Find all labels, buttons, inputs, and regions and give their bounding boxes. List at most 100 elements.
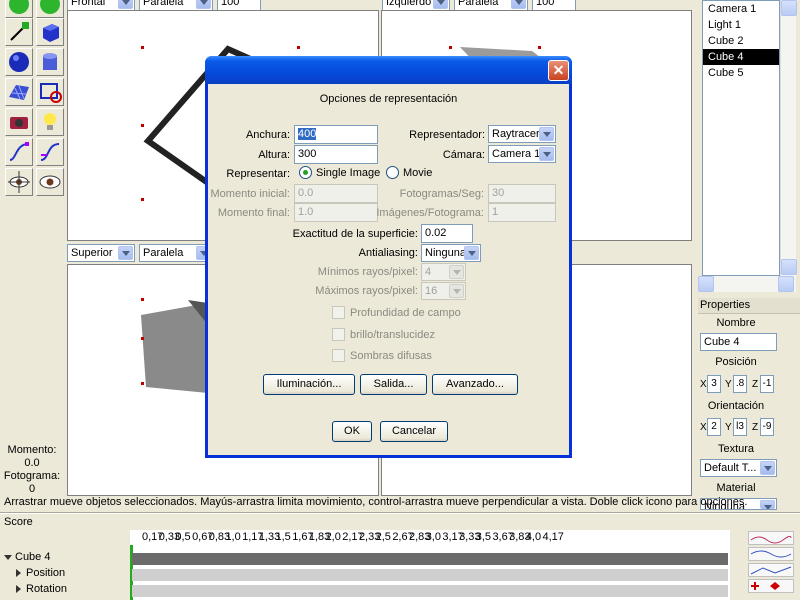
move-tool-icon[interactable]: [5, 18, 33, 46]
handle-dot: [141, 337, 144, 340]
view-rotate-tool-icon[interactable]: [5, 168, 33, 196]
status-hint: Arrastrar mueve objetos seleccionados. M…: [4, 496, 748, 508]
track-bar-rotation[interactable]: [132, 585, 728, 597]
tick-label: 2,67: [392, 531, 414, 543]
position-y-label: Y: [725, 379, 732, 390]
width-field[interactable]: 400: [294, 125, 378, 144]
keyframe-mode-icon[interactable]: [748, 531, 794, 545]
orientation-x-field[interactable]: 2: [707, 418, 721, 436]
tick-label: 0,33: [158, 531, 181, 543]
ok-button[interactable]: OK: [332, 421, 372, 442]
light-tool-icon[interactable]: [36, 108, 64, 136]
view-eye-tool-icon[interactable]: [36, 168, 64, 196]
green-sphere-tool-right[interactable]: [36, 0, 64, 18]
images-per-frame-field[interactable]: 1: [488, 203, 556, 222]
list-item[interactable]: Cube 5: [703, 65, 779, 81]
start-time-field[interactable]: 0.0: [294, 184, 378, 203]
chevron-down-icon: [539, 147, 554, 161]
surface-accuracy-field[interactable]: 0.02: [421, 224, 473, 243]
track-rotation-label[interactable]: Rotation: [4, 583, 67, 595]
cylinder-tool-icon[interactable]: [36, 48, 64, 76]
scene-list-hscrollbar[interactable]: [698, 276, 796, 292]
scene-object-list[interactable]: Camera 1 Light 1 Cube 2 Cube 4 Cube 5: [702, 0, 780, 276]
movie-radio[interactable]: Movie: [386, 166, 432, 179]
fps-field[interactable]: 30: [488, 184, 556, 203]
expand-right-icon[interactable]: [16, 569, 21, 578]
add-key-icon[interactable]: [748, 579, 794, 593]
spline-tool-icon[interactable]: [36, 138, 64, 166]
chevron-down-icon: [760, 461, 775, 475]
camera-select[interactable]: Camera 1: [488, 145, 556, 163]
sphere-tool-icon[interactable]: [5, 48, 33, 76]
chevron-down-icon: [196, 0, 211, 9]
position-x-field[interactable]: 3: [707, 375, 721, 393]
antialiasing-label: Antialiasing:: [358, 247, 418, 259]
list-item[interactable]: Camera 1: [703, 1, 779, 17]
score-label: Score: [4, 516, 33, 528]
track-position-label[interactable]: Position: [4, 567, 65, 579]
view-direction-select[interactable]: Superior: [67, 244, 135, 262]
renderer-select[interactable]: Raytracer: [488, 125, 556, 143]
mesh-tool-icon[interactable]: [5, 78, 33, 106]
max-rays-select[interactable]: 16: [421, 282, 466, 300]
end-time-field[interactable]: 1.0: [294, 203, 378, 222]
list-item[interactable]: Light 1: [703, 17, 779, 33]
cancel-button[interactable]: Cancelar: [380, 421, 448, 442]
tick-label: 2,33: [358, 531, 381, 543]
chevron-down-icon: [433, 0, 448, 9]
texture-select[interactable]: Default T...: [700, 459, 777, 477]
scroll-left-button[interactable]: [698, 276, 714, 292]
renderer-label: Representador:: [409, 129, 485, 141]
camera-tool-icon[interactable]: [5, 108, 33, 136]
radio-label: Single Image: [316, 166, 381, 179]
lighting-button[interactable]: Iluminación...: [263, 374, 355, 395]
position-y-field[interactable]: .8: [733, 375, 747, 393]
position-z-field[interactable]: -1: [760, 375, 774, 393]
scroll-up-button[interactable]: [781, 0, 797, 16]
cube-tool-icon[interactable]: [36, 18, 64, 46]
antialiasing-select[interactable]: Ninguna: [421, 244, 481, 262]
list-item-selected[interactable]: Cube 4: [703, 49, 779, 65]
scroll-right-button[interactable]: [778, 276, 794, 292]
scene-list-scrollbar[interactable]: [780, 0, 797, 276]
dialog-titlebar[interactable]: ✕: [205, 56, 572, 84]
curve-tool-icon[interactable]: [5, 138, 33, 166]
advanced-button[interactable]: Avanzado...: [432, 374, 518, 395]
min-rays-select[interactable]: 4: [421, 263, 466, 281]
orientation-z-field[interactable]: -9: [760, 418, 774, 436]
track-cube-label[interactable]: Cube 4: [4, 551, 50, 563]
track-bar-position[interactable]: [132, 569, 728, 581]
list-item[interactable]: Cube 2: [703, 33, 779, 49]
surface-accuracy-label: Exactitud de la superficie:: [292, 228, 418, 240]
name-field[interactable]: Cube 4: [700, 333, 777, 351]
expand-right-icon[interactable]: [16, 585, 21, 594]
viewport-bl-bar: Superior Paralela: [67, 243, 213, 263]
texture-label: Textura: [717, 443, 755, 455]
name-label: Nombre: [716, 317, 756, 329]
soft-shadows-checkbox[interactable]: Sombras difusas: [332, 349, 432, 362]
tick-label: 2,0: [325, 531, 341, 543]
green-sphere-tool-left[interactable]: [5, 0, 33, 18]
linear-mode-icon[interactable]: [748, 563, 794, 577]
height-label: Altura:: [258, 149, 290, 161]
images-per-frame-label: Imágenes/Fotograma:: [376, 207, 484, 219]
scroll-down-button[interactable]: [781, 259, 797, 275]
single-image-radio[interactable]: Single Image: [299, 166, 380, 179]
render-options-dialog: ✕ Opciones de representación Anchura: 40…: [205, 56, 572, 458]
chevron-down-icon: [449, 265, 464, 279]
chevron-down-icon: [464, 246, 479, 260]
projection-select[interactable]: Paralela: [139, 244, 213, 262]
polygon-tool-icon[interactable]: [36, 78, 64, 106]
renderer-value: Raytracer: [492, 128, 540, 140]
curve-mode-icon[interactable]: [748, 547, 794, 561]
output-button[interactable]: Salida...: [360, 374, 427, 395]
close-icon[interactable]: ✕: [548, 60, 569, 81]
texture-value: Default T...: [704, 462, 757, 474]
expand-down-icon[interactable]: [4, 554, 12, 560]
orientation-y-field[interactable]: l3: [733, 418, 747, 436]
height-field[interactable]: 300: [294, 145, 378, 164]
gloss-translucency-checkbox[interactable]: brillo/translucidez: [332, 328, 435, 341]
depth-of-field-checkbox[interactable]: Profundidad de campo: [332, 306, 461, 319]
chevron-down-icon: [511, 0, 526, 9]
track-bar-cube[interactable]: [132, 553, 728, 565]
